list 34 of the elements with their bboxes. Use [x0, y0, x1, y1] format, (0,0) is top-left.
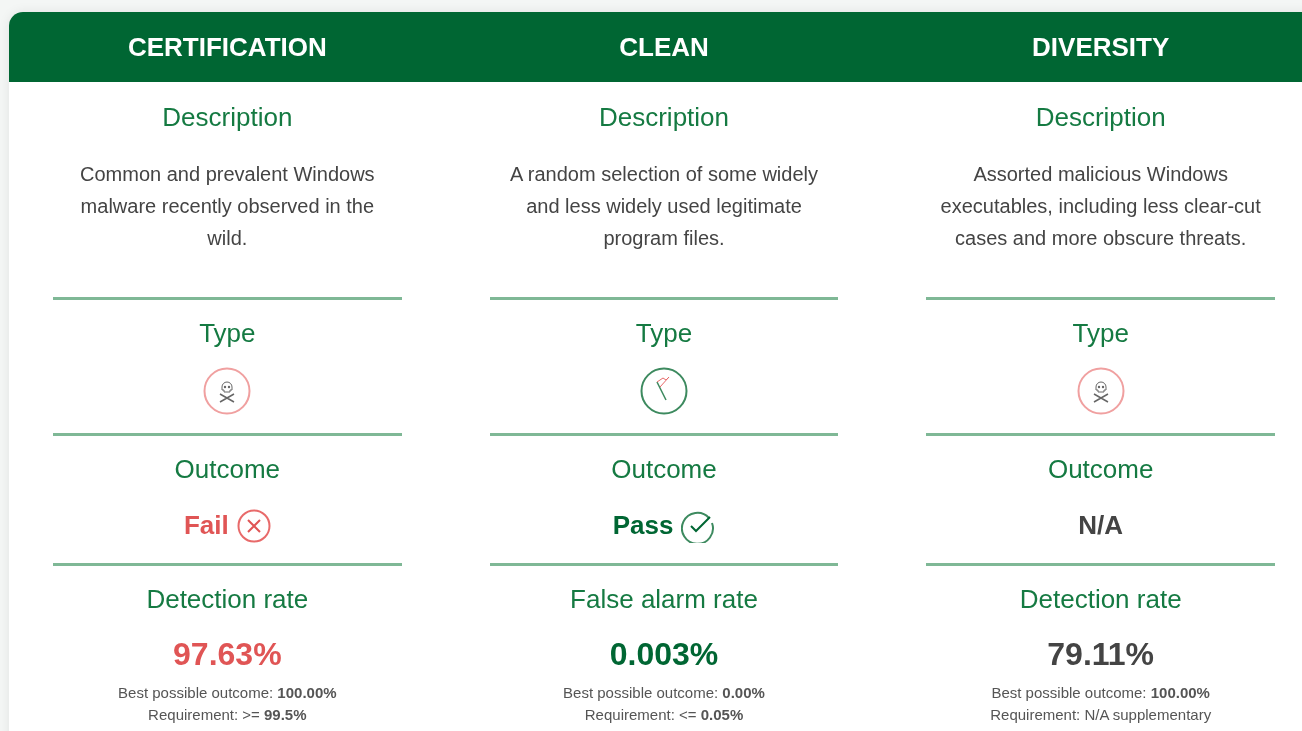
section-label: Detection rate: [1019, 586, 1182, 612]
description-text: Assorted malicious Windows executables, including less clear-cut cases and more obscure threats.: [939, 162, 1262, 251]
section-label: Detection rate: [146, 586, 309, 612]
section-label: Outcome: [611, 456, 717, 482]
section-label: Outcome: [174, 456, 281, 482]
best-outcome-text: Best possible outcome: 100.00%: [118, 683, 337, 703]
card-title: CERTIFICATION: [127, 30, 327, 64]
rate-value: 97.63%: [173, 638, 282, 670]
section-label: Outcome: [1047, 456, 1154, 482]
cross-circle-icon: [236, 508, 271, 543]
requirement-text: Requirement: >= 99.5%: [148, 705, 307, 725]
section-label: Description: [598, 104, 730, 130]
best-outcome-text: Best possible outcome: 100.00%: [991, 683, 1210, 703]
section-label: False alarm rate: [570, 586, 758, 612]
section-label: Description: [1035, 104, 1166, 130]
rate-value: 79.11%: [1047, 638, 1155, 670]
card-title: CLEAN: [619, 30, 709, 64]
outcome-text: Pass: [612, 509, 674, 542]
outcome-text: N/A: [1078, 509, 1124, 542]
outcome-text: Fail: [183, 509, 229, 542]
flag-icon: [640, 367, 688, 415]
skull-crossbones-icon: [203, 367, 252, 415]
section-label: Type: [635, 320, 693, 346]
requirement-text: Requirement: N/A supplementary: [990, 705, 1212, 725]
skull-crossbones-icon: [1076, 367, 1125, 415]
rate-value: 0.003%: [609, 638, 719, 670]
best-outcome-text: Best possible outcome: 0.00%: [563, 683, 765, 703]
requirement-text: Requirement: <= 0.05%: [584, 705, 744, 725]
section-label: Description: [162, 104, 293, 130]
card-title: DIVERSITY: [1032, 30, 1170, 64]
description-text: Common and prevalent Windows malware recently observed in the wild.: [79, 162, 376, 251]
section-label: Type: [199, 320, 256, 346]
section-label: Type: [1072, 320, 1129, 346]
description-text: A random selection of some widely and less widely used legitimate program files.: [509, 162, 819, 251]
